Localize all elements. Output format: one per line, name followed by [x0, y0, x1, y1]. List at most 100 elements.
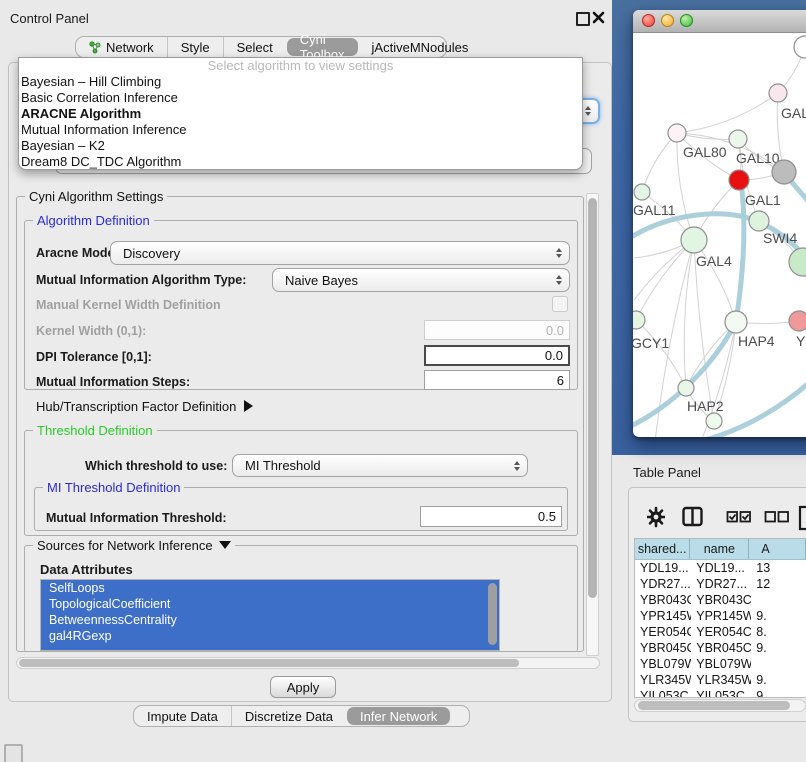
algorithm-option[interactable]: Mutual Information Inference: [19, 122, 582, 138]
kernel-width-field[interactable]: [424, 320, 570, 340]
network-node[interactable]: [772, 160, 796, 184]
table-row[interactable]: YLR345WYLR345W9.: [635, 672, 806, 688]
network-edge[interactable]: [677, 93, 778, 133]
network-node[interactable]: [633, 311, 645, 329]
table-row[interactable]: YDR27...YDR27...12: [635, 576, 806, 592]
float-panel-icon[interactable]: [576, 12, 590, 26]
dpi-tolerance-field[interactable]: [424, 345, 570, 366]
aracne-mode-combo[interactable]: Discovery: [110, 241, 570, 265]
algorithm-option[interactable]: Basic Correlation Inference: [19, 90, 582, 106]
table-cell[interactable]: YPR145W: [635, 608, 691, 624]
table-cell[interactable]: 8.: [751, 624, 806, 640]
table-cell[interactable]: YPR145W: [691, 608, 751, 624]
algorithm-option[interactable]: Bayesian – K2: [19, 138, 582, 154]
network-node[interactable]: [789, 311, 806, 331]
table-cell[interactable]: YBL079W: [635, 656, 691, 672]
column-header[interactable]: shared...: [635, 539, 690, 559]
network-node[interactable]: [668, 124, 686, 142]
scrollbar-thumb[interactable]: [19, 659, 519, 667]
list-item[interactable]: TopologicalCoefficient: [41, 596, 499, 612]
table-cell[interactable]: YLR345W: [691, 672, 751, 688]
table-row[interactable]: YBR045CYBR045C9.: [635, 640, 806, 656]
column-layout-icon[interactable]: [682, 505, 703, 529]
network-node[interactable]: [769, 84, 787, 102]
list-item[interactable]: BetweennessCentrality: [41, 612, 499, 628]
manual-kernel-width-checkbox[interactable]: [552, 296, 568, 312]
table-cell[interactable]: YBR043C: [635, 592, 691, 608]
apply-button[interactable]: Apply: [270, 676, 336, 698]
table-cell[interactable]: YDR27...: [635, 576, 691, 592]
table-cell[interactable]: 9.: [751, 640, 806, 656]
network-edge[interactable]: [684, 240, 694, 388]
network-canvas[interactable]: GALGAL80GAL10GAL1GAL11SWI4GAL4GCY1HAP4YH…: [633, 32, 806, 437]
tab-select[interactable]: Select: [223, 37, 286, 57]
network-node[interactable]: [678, 380, 694, 396]
tab-impute-data[interactable]: Impute Data: [134, 706, 231, 726]
network-node[interactable]: [789, 248, 806, 276]
tab-network[interactable]: Network: [76, 37, 167, 57]
collapsed-panel-icon[interactable]: [4, 744, 23, 762]
table-row[interactable]: YBL079WYBL079W: [635, 656, 806, 672]
table-row[interactable]: YIL053CYIL053C9: [635, 688, 806, 698]
network-node[interactable]: [706, 413, 722, 429]
close-panel-icon[interactable]: [592, 11, 605, 24]
table-cell[interactable]: YLR345W: [635, 672, 691, 688]
table-row[interactable]: YBR043CYBR043C: [635, 592, 806, 608]
network-node[interactable]: [729, 130, 747, 148]
table-horizontal-scrollbar[interactable]: [634, 699, 806, 712]
hub-definition-expander[interactable]: Hub/Transcription Factor Definition: [36, 399, 253, 414]
table-cell[interactable]: 9: [751, 688, 806, 698]
network-node[interactable]: [729, 170, 749, 190]
collapsed-right-arrow-icon[interactable]: [244, 400, 253, 412]
data-attributes-list[interactable]: SelfLoops TopologicalCoefficient Between…: [40, 579, 500, 651]
select-all-icon[interactable]: [726, 505, 752, 529]
table-cell[interactable]: YBL079W: [691, 656, 751, 672]
table-cell[interactable]: YDL19...: [691, 560, 751, 576]
network-window-titlebar[interactable]: [633, 10, 806, 33]
table-cell[interactable]: YIL053C: [635, 688, 691, 698]
table-cell[interactable]: YBR045C: [635, 640, 691, 656]
algorithm-option[interactable]: Dream8 DC_TDC Algorithm: [19, 154, 582, 170]
tab-cyni-toolbox[interactable]: Cyni Toolbox: [287, 38, 358, 56]
table-cell[interactable]: 9.: [751, 672, 806, 688]
list-item[interactable]: gal4RGexp: [41, 628, 499, 644]
table-cell[interactable]: [751, 592, 806, 608]
table-cell[interactable]: YBR043C: [691, 592, 751, 608]
zoom-window-icon[interactable]: [680, 14, 693, 27]
expanded-down-arrow-icon[interactable]: [219, 541, 231, 549]
table-row[interactable]: YER054CYER054C8.: [635, 624, 806, 640]
table-cell[interactable]: YIL053C: [691, 688, 751, 698]
scrollbar-thumb[interactable]: [588, 198, 597, 598]
table-cell[interactable]: YBR045C: [691, 640, 751, 656]
table-cell[interactable]: YDR27...: [691, 576, 751, 592]
list-item[interactable]: SelfLoops: [41, 580, 499, 596]
tab-infer-network[interactable]: Infer Network: [347, 707, 450, 725]
table-row[interactable]: YPR145WYPR145W9.: [635, 608, 806, 624]
network-node[interactable]: [681, 227, 707, 253]
mi-steps-field[interactable]: [424, 370, 570, 390]
settings-vertical-scrollbar[interactable]: [586, 193, 599, 656]
table-cell[interactable]: 13: [751, 560, 806, 576]
mi-threshold-field[interactable]: [420, 506, 562, 527]
network-node[interactable]: [794, 36, 806, 58]
network-node[interactable]: [634, 184, 650, 200]
tab-style[interactable]: Style: [167, 37, 223, 57]
algorithm-option[interactable]: ARACNE Algorithm: [19, 106, 582, 122]
sources-title[interactable]: Sources for Network Inference: [33, 538, 235, 553]
network-node[interactable]: [749, 211, 769, 231]
document-icon[interactable]: [798, 505, 806, 531]
table-cell[interactable]: YER054C: [635, 624, 691, 640]
list-scrollbar-thumb[interactable]: [488, 583, 497, 645]
mi-algorithm-type-combo[interactable]: Naive Bayes: [272, 268, 570, 292]
minimize-window-icon[interactable]: [661, 14, 674, 27]
close-window-icon[interactable]: [642, 14, 655, 27]
network-edge[interactable]: [636, 320, 686, 388]
scrollbar-thumb[interactable]: [638, 701, 790, 710]
table-cell[interactable]: [751, 656, 806, 672]
table-cell[interactable]: 9.: [751, 608, 806, 624]
table-cell[interactable]: YER054C: [691, 624, 751, 640]
tab-discretize-data[interactable]: Discretize Data: [231, 706, 346, 726]
table-row[interactable]: YDL19...YDL19...13: [635, 560, 806, 576]
network-node[interactable]: [725, 311, 747, 333]
column-header[interactable]: A: [749, 539, 806, 559]
